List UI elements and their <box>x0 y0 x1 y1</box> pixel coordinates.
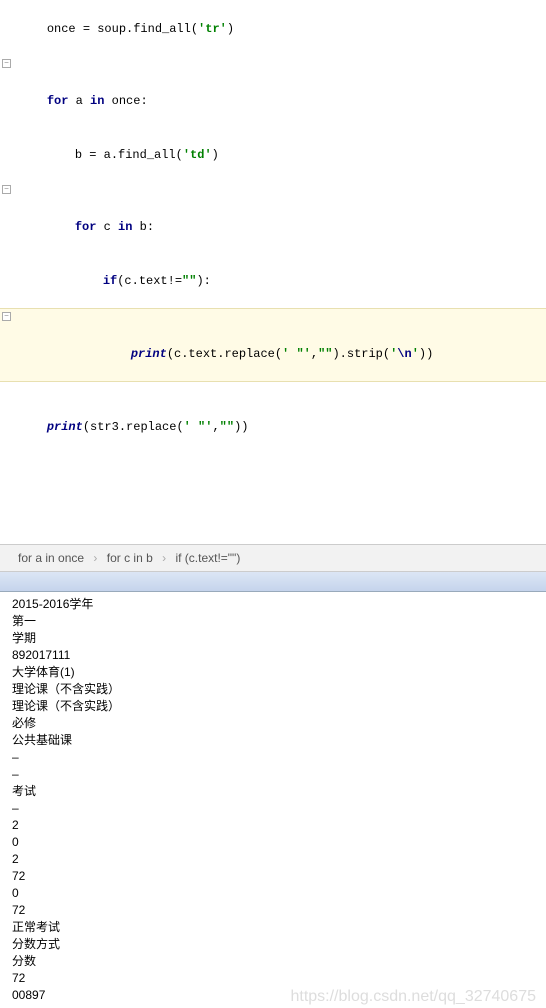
code-line[interactable]: once = soup.find_all('tr') <box>0 2 546 56</box>
output-line: 必修 <box>12 715 534 732</box>
code-line[interactable]: b = a.find_all('td') <box>0 128 546 182</box>
keyword: for <box>47 94 69 108</box>
fold-minus-icon[interactable]: − <box>2 59 11 68</box>
chevron-right-icon: › <box>93 551 97 565</box>
code-editor[interactable]: once = soup.find_all('tr') − for a in on… <box>0 0 546 544</box>
output-line: 2015-2016学年 <box>12 596 534 613</box>
output-line: 大学体育(1) <box>12 664 534 681</box>
output-line: – <box>12 749 534 766</box>
keyword: in <box>118 220 132 234</box>
code-line[interactable]: − for a in once: <box>0 56 546 128</box>
output-line: 正常考试 <box>12 919 534 936</box>
output-line: 72 <box>12 868 534 885</box>
output-line: 分数 <box>12 953 534 970</box>
breadcrumb-item[interactable]: for c in b <box>107 551 153 565</box>
output-line: 公共基础课 <box>12 732 534 749</box>
code-text: once = soup.find_all( <box>47 22 198 36</box>
output-tab-bar[interactable] <box>0 572 546 592</box>
output-line: 00897 <box>12 987 534 1004</box>
chevron-right-icon: › <box>162 551 166 565</box>
string-literal: 'tr' <box>198 22 227 36</box>
code-line[interactable]: if(c.text!=""): <box>0 254 546 308</box>
keyword: for <box>75 220 97 234</box>
string-literal: 'td' <box>183 148 212 162</box>
output-line: 2 <box>12 817 534 834</box>
output-line: 学期 <box>12 630 534 647</box>
breadcrumb: for a in once › for c in b › if (c.text!… <box>0 544 546 572</box>
keyword: if <box>103 274 117 288</box>
escape-sequence: \n <box>397 347 411 361</box>
output-line: – <box>12 800 534 817</box>
code-line[interactable]: print(str3.replace(' "',"")) <box>0 400 546 454</box>
breadcrumb-item[interactable]: for a in once <box>18 551 84 565</box>
output-line: 72 <box>12 970 534 987</box>
code-text: ) <box>227 22 234 36</box>
output-line: 第一 <box>12 613 534 630</box>
editor-empty-space[interactable] <box>0 454 546 542</box>
fold-minus-icon[interactable]: − <box>2 185 11 194</box>
keyword: print <box>131 347 167 361</box>
code-line-highlighted[interactable]: − print(c.text.replace(' "',"").strip('\… <box>0 308 546 382</box>
output-line: 理论课（不含实践） <box>12 698 534 715</box>
keyword: print <box>47 420 83 434</box>
output-line: 0 <box>12 885 534 902</box>
code-line[interactable]: − for c in b: <box>0 182 546 254</box>
output-line: 分数方式 <box>12 936 534 953</box>
output-line: – <box>12 766 534 783</box>
console-output[interactable]: 2015-2016学年 第一 学期 892017111 大学体育(1) 理论课（… <box>0 592 546 1008</box>
string-literal: "" <box>182 274 196 288</box>
blank-line[interactable] <box>0 382 546 400</box>
output-line: 0 <box>12 834 534 851</box>
breadcrumb-item[interactable]: if (c.text!="") <box>175 551 240 565</box>
output-line: 考试 <box>12 783 534 800</box>
output-line: 892017111 <box>12 647 534 664</box>
fold-minus-icon[interactable]: − <box>2 312 11 321</box>
keyword: in <box>90 94 104 108</box>
output-line: 72 <box>12 902 534 919</box>
output-line: 2 <box>12 851 534 868</box>
output-line: 理论课（不含实践） <box>12 681 534 698</box>
